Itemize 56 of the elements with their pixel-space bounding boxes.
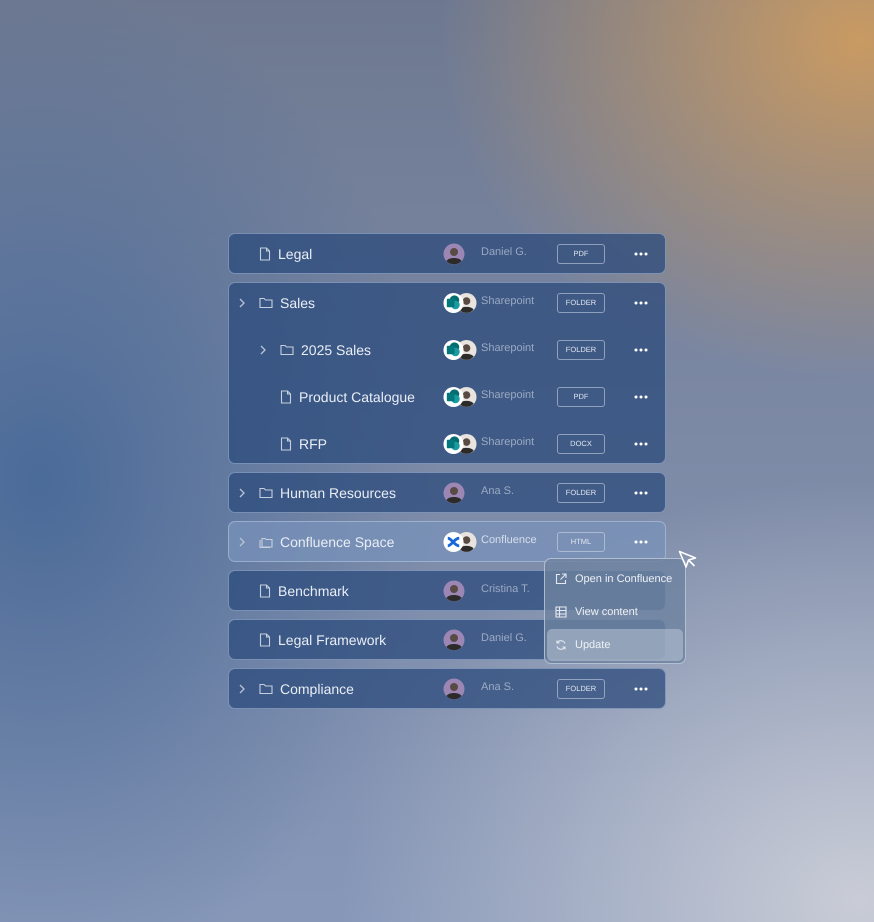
avatar-icon <box>443 482 465 504</box>
source-label: Sharepoint <box>481 342 536 354</box>
item-name[interactable]: Product Catalogue <box>299 388 443 404</box>
source-label: Cristina T. <box>481 582 531 594</box>
source-label: Sharepoint <box>481 388 536 400</box>
more-icon[interactable] <box>634 540 648 544</box>
more-icon[interactable] <box>634 686 648 690</box>
sharepoint-logo-icon <box>443 292 464 314</box>
refresh-icon <box>555 639 567 651</box>
more-icon[interactable] <box>634 252 648 256</box>
item-name[interactable]: Human Resources <box>280 484 443 500</box>
file-icon <box>259 632 271 646</box>
item-name[interactable]: Legal <box>278 246 443 262</box>
item-name[interactable]: Legal Framework <box>278 632 443 648</box>
folder-icon <box>280 344 294 356</box>
folder-icon <box>259 296 273 308</box>
file-icon <box>259 246 271 260</box>
folder-icon <box>259 486 273 498</box>
table-icon <box>555 606 567 618</box>
chevron-icon[interactable] <box>239 684 245 694</box>
source-label: Confluence <box>481 534 538 546</box>
avatar-icon <box>443 678 465 700</box>
sharepoint-logo-icon <box>443 338 464 360</box>
source-label: Sharepoint <box>481 436 536 448</box>
file-icon <box>280 390 292 404</box>
source-label: Ana S. <box>481 484 516 496</box>
source-label: Sharepoint <box>481 294 536 306</box>
more-icon[interactable] <box>634 348 648 352</box>
file-icon <box>280 436 292 450</box>
folders-icon <box>259 536 273 548</box>
file-icon <box>259 584 271 598</box>
avatar-icon <box>443 580 465 602</box>
avatar-icon <box>443 242 465 264</box>
chevron-icon[interactable] <box>239 488 245 498</box>
source-label: Daniel G. <box>481 632 528 644</box>
menu-item[interactable]: Open in Confluence <box>547 563 683 595</box>
folder-icon <box>259 682 273 694</box>
item-name[interactable]: RFP <box>299 436 443 452</box>
more-icon[interactable] <box>634 394 648 398</box>
sharepoint-logo-icon <box>443 386 464 408</box>
confluence-logo-icon <box>443 530 464 552</box>
item-name[interactable]: 2025 Sales <box>301 342 443 358</box>
menu-item[interactable]: View content <box>547 596 683 628</box>
item-name[interactable]: Benchmark <box>278 582 443 598</box>
source-label: Daniel G. <box>481 246 528 258</box>
item-name[interactable]: Sales <box>280 294 443 310</box>
source-label: Ana S. <box>481 680 516 692</box>
more-icon[interactable] <box>634 300 648 304</box>
more-icon[interactable] <box>634 490 648 494</box>
item-name[interactable]: Compliance <box>280 680 443 696</box>
chevron-icon[interactable] <box>239 298 245 308</box>
external-link-icon <box>555 573 567 585</box>
avatar-icon <box>443 628 465 650</box>
chevron-icon[interactable] <box>260 344 266 354</box>
sharepoint-logo-icon <box>443 432 464 454</box>
more-icon[interactable] <box>634 442 648 446</box>
